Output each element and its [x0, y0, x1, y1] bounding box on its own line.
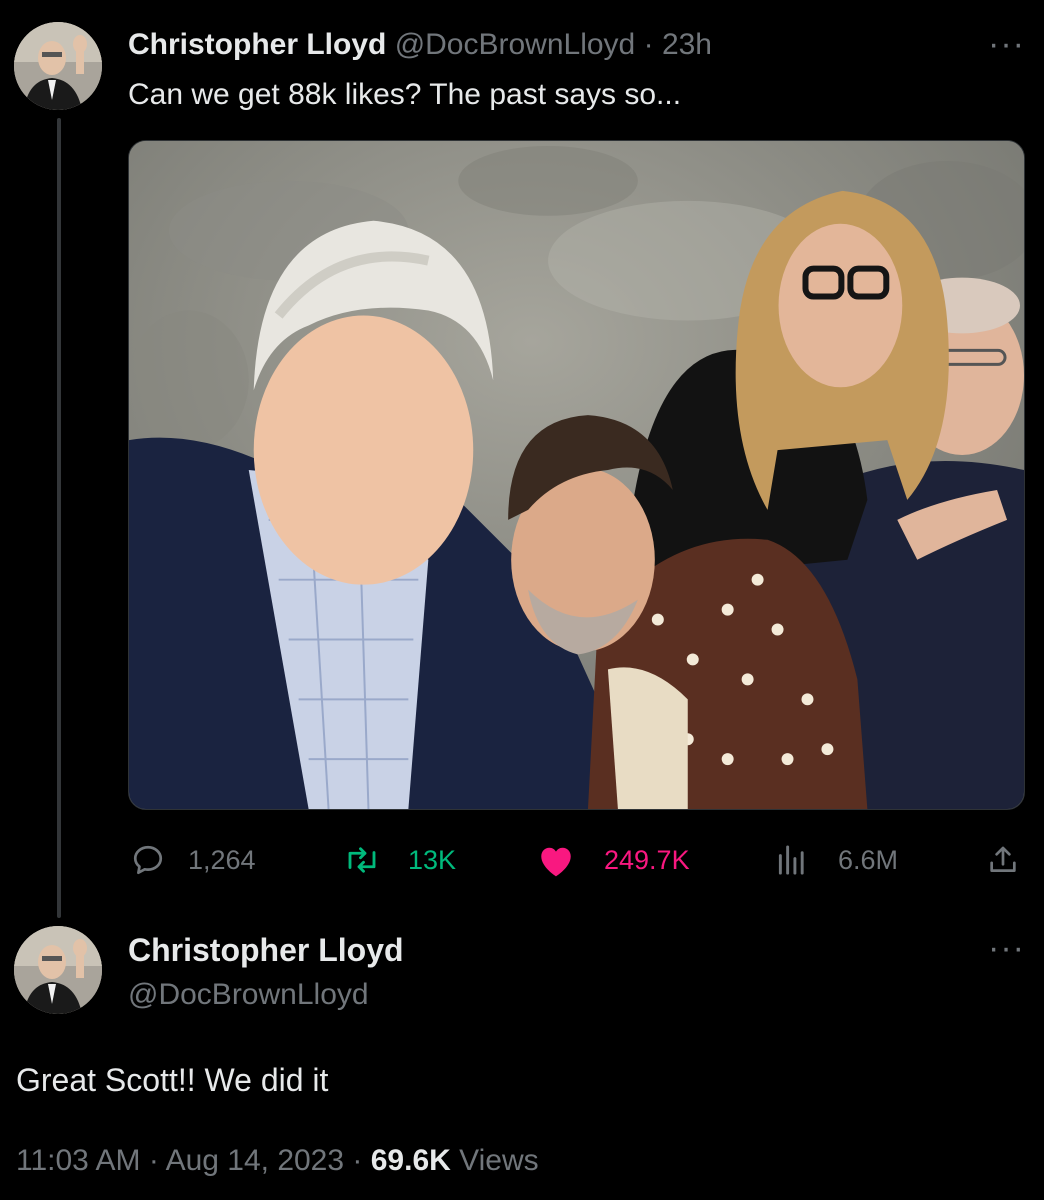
like-count: 249.7K: [604, 844, 690, 875]
reply-author-name[interactable]: Christopher Lloyd: [128, 932, 404, 969]
like-button[interactable]: 249.7K: [536, 840, 690, 880]
reply-icon: [133, 845, 163, 875]
avatar-image: [14, 926, 102, 1014]
tweet-header: Christopher Lloyd @DocBrownLloyd · 23h: [128, 28, 712, 62]
meta-separator: ·: [148, 1144, 159, 1177]
share-icon: [990, 846, 1016, 872]
more-icon[interactable]: ···: [988, 931, 1025, 965]
reply-button[interactable]: 1,264: [130, 840, 256, 880]
reply-time[interactable]: 11:03 AM: [16, 1144, 141, 1177]
reply-meta: 11:03 AM · Aug 14, 2023 · 69.6K Views: [16, 1144, 539, 1178]
retweet-icon: [348, 847, 376, 873]
author-name[interactable]: Christopher Lloyd: [128, 28, 386, 61]
thread-connector-line: [57, 118, 61, 918]
header-separator: ·: [643, 28, 654, 61]
share-button[interactable]: [986, 840, 1020, 880]
reply-date[interactable]: Aug 14, 2023: [166, 1144, 345, 1177]
reply-author-avatar[interactable]: [14, 926, 102, 1014]
tweet-photo[interactable]: [128, 140, 1025, 810]
reply-text: Great Scott!! We did it: [16, 1062, 329, 1098]
meta-separator: ·: [352, 1144, 363, 1177]
views-icon: [778, 845, 804, 875]
reply-author-handle[interactable]: @DocBrownLloyd: [128, 978, 369, 1012]
more-icon[interactable]: ···: [988, 27, 1025, 61]
views-button[interactable]: 6.6M: [776, 840, 898, 880]
author-handle[interactable]: @DocBrownLloyd: [395, 28, 636, 61]
like-icon: [541, 847, 571, 877]
reply-views-label: Views: [459, 1144, 539, 1177]
tweet-time[interactable]: 23h: [662, 28, 712, 61]
retweet-count: 13K: [408, 844, 457, 875]
views-count: 6.6M: [838, 844, 899, 875]
reply-views-count[interactable]: 69.6K: [371, 1144, 451, 1177]
avatar-image: [14, 22, 102, 110]
reply-count: 1,264: [188, 844, 256, 875]
group-photo-image: [129, 141, 1024, 809]
tweet-thread: Christopher Lloyd @DocBrownLloyd · 23h ·…: [0, 0, 1044, 1200]
tweet-text: Can we get 88k likes? The past says so..…: [128, 78, 682, 111]
tweet-action-bar: 1,264 13K 249.7K 6.6M: [0, 840, 1044, 880]
author-avatar[interactable]: [14, 22, 102, 110]
retweet-button[interactable]: 13K: [342, 840, 456, 880]
